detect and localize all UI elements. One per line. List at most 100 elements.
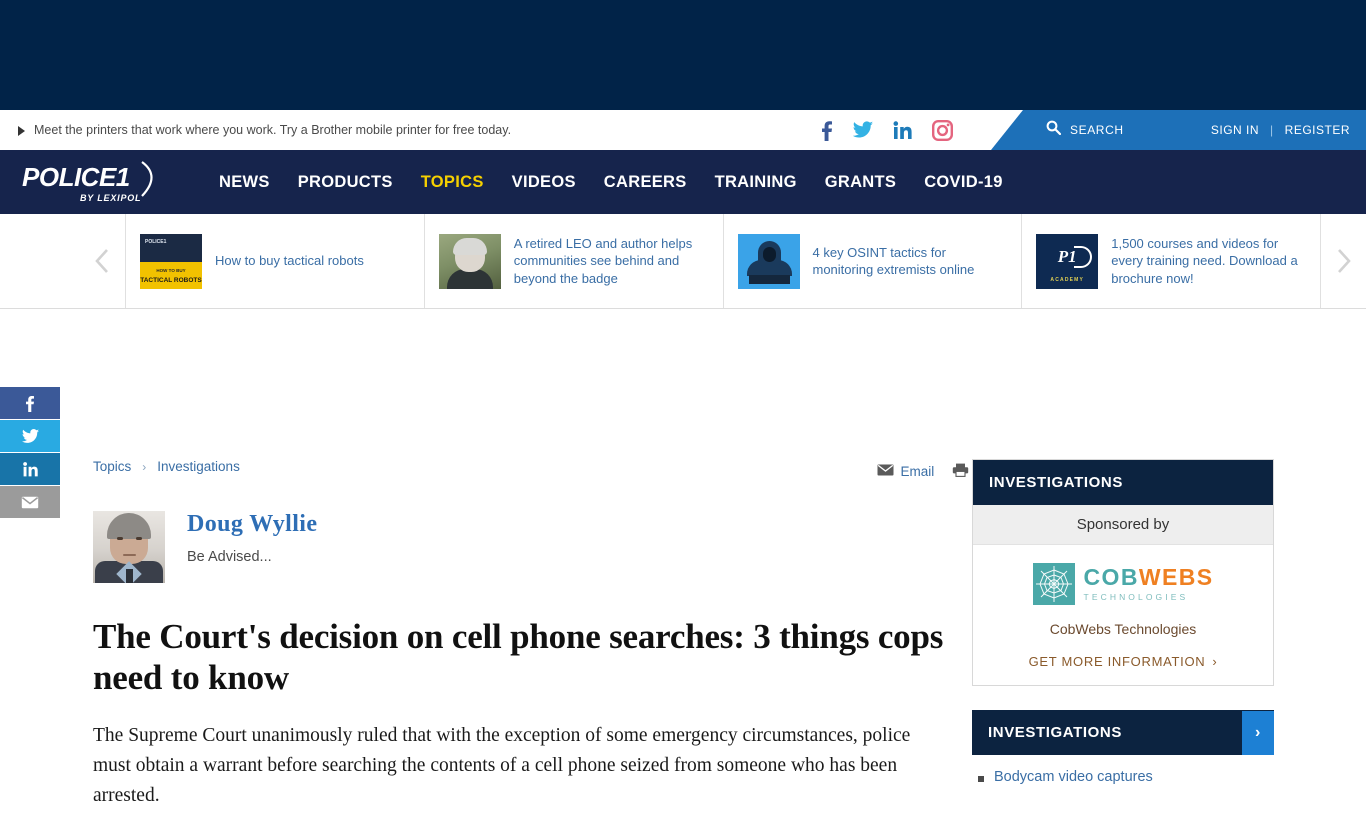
envelope-icon	[877, 464, 894, 479]
sponsored-by-label: Sponsored by	[973, 505, 1273, 545]
email-label: Email	[900, 464, 935, 479]
social-links	[820, 110, 953, 150]
logo-subtitle: TECHNOLOGIES	[1083, 592, 1189, 603]
author-name[interactable]: Doug Wyllie	[187, 511, 317, 538]
article-summary: The Supreme Court unanimously ruled that…	[93, 725, 911, 807]
carousel-item-title: 4 key OSINT tactics for monitoring extre…	[812, 244, 975, 278]
promo-text: Meet the printers that work where you wo…	[34, 123, 512, 137]
carousel-item[interactable]: 4 key OSINT tactics for monitoring extre…	[722, 214, 1022, 308]
carousel-thumbnail: POLICE1 HOW TO BUY TACTICAL ROBOTS	[140, 233, 202, 289]
carousel-prev-button[interactable]	[80, 214, 125, 308]
sponsor-body: COBWEBS TECHNOLOGIES CobWebs Technologie…	[973, 545, 1273, 685]
play-icon	[18, 125, 25, 136]
nav-item-careers[interactable]: CAREERS	[604, 173, 687, 192]
nav-item-videos[interactable]: VIDEOS	[512, 173, 576, 192]
nav-item-products[interactable]: PRODUCTS	[298, 173, 393, 192]
nav-item-training[interactable]: TRAINING	[715, 173, 797, 192]
thumb-hair-shape	[452, 237, 487, 255]
nav-item-covid19[interactable]: COVID-19	[924, 173, 1003, 192]
svg-text:BY LEXIPOL: BY LEXIPOL	[80, 193, 141, 203]
thumb-laptop-shape	[748, 274, 790, 284]
author-tagline: Be Advised...	[187, 549, 272, 565]
carousel-item[interactable]: A retired LEO and author helps communiti…	[423, 214, 723, 308]
author-info: Doug Wyllie Be Advised...	[187, 511, 317, 565]
site-logo[interactable]: POLICE1 BY LEXIPOL	[20, 156, 170, 208]
nav-item-topics[interactable]: TOPICS	[421, 173, 484, 192]
auth-links: SIGN IN | REGISTER	[1211, 123, 1350, 137]
main-navigation: POLICE1 BY LEXIPOL NEWS PRODUCTS TOPICS …	[0, 150, 1366, 214]
carousel-thumbnail	[737, 233, 800, 289]
cta-label: GET MORE INFORMATION	[1028, 654, 1206, 669]
author-avatar	[93, 511, 165, 583]
thumb-body-shape	[446, 268, 493, 289]
email-article-button[interactable]: Email	[877, 464, 934, 479]
sign-in-link[interactable]: SIGN IN	[1211, 123, 1259, 137]
promo-message[interactable]: Meet the printers that work where you wo…	[18, 123, 511, 137]
sidebar: INVESTIGATIONS Sponsored by COBWEBS TECH…	[972, 459, 1274, 785]
instagram-icon[interactable]	[932, 119, 953, 141]
share-email-button[interactable]	[0, 486, 60, 518]
share-linkedin-button[interactable]	[0, 453, 60, 485]
carousel-item-title: How to buy tactical robots	[215, 253, 364, 269]
carousel-item-title: A retired LEO and author helps communiti…	[513, 235, 693, 286]
logo-part-webs: WEBS	[1138, 564, 1214, 591]
facebook-icon[interactable]	[820, 119, 833, 141]
carousel-thumbnail	[438, 233, 501, 289]
carousel-item-title: 1,500 courses and videos for every train…	[1111, 235, 1298, 286]
breadcrumb: Topics › Investigations	[93, 459, 953, 474]
sponsor-company-name: CobWebs Technologies	[1049, 621, 1197, 637]
topic-link: Bodycam video captures	[994, 769, 1153, 785]
breadcrumb-investigations[interactable]: Investigations	[157, 459, 240, 474]
thumb-face-shape	[762, 246, 776, 262]
topics-widget-header: INVESTIGATIONS ›	[972, 710, 1274, 755]
nav-items: NEWS PRODUCTS TOPICS VIDEOS CAREERS TRAI…	[219, 173, 1003, 192]
search-label: SEARCH	[1070, 123, 1124, 137]
linkedin-icon[interactable]	[893, 120, 912, 140]
thumb-line2: TACTICAL ROBOTS	[140, 276, 202, 284]
carousel-thumbnail: P1 ACADEMY	[1036, 233, 1099, 289]
cobwebs-wordmark: COBWEBS TECHNOLOGIES	[1084, 566, 1214, 602]
printer-icon	[952, 463, 969, 480]
search-bar: SEARCH SIGN IN | REGISTER	[991, 110, 1366, 150]
bullet-icon	[978, 776, 984, 782]
register-link[interactable]: REGISTER	[1285, 123, 1350, 137]
carousel-items: POLICE1 HOW TO BUY TACTICAL ROBOTS How t…	[125, 214, 1321, 308]
thumb-line2: ACADEMY	[1050, 276, 1085, 283]
author-block: Doug Wyllie Be Advised...	[93, 511, 953, 583]
featured-carousel: POLICE1 HOW TO BUY TACTICAL ROBOTS How t…	[0, 214, 1366, 309]
article-main-column: Topics › Investigations Email Print	[93, 459, 1003, 831]
cobwebs-logo[interactable]: COBWEBS TECHNOLOGIES	[983, 563, 1263, 605]
breadcrumb-separator: ›	[142, 459, 147, 474]
thumb-band	[140, 261, 202, 289]
chevron-right-icon: ›	[1212, 654, 1218, 669]
twitter-icon[interactable]	[853, 121, 873, 139]
thumb-line1: P1	[1057, 246, 1077, 266]
topics-widget-next-button[interactable]: ›	[1242, 710, 1274, 755]
thumb-line1: HOW TO BUY	[156, 267, 186, 273]
list-item[interactable]: Bodycam video captures	[978, 769, 1270, 785]
share-facebook-button[interactable]	[0, 387, 60, 419]
topics-list: Bodycam video captures	[972, 755, 1274, 785]
search-button[interactable]: SEARCH	[1046, 120, 1124, 140]
share-rail	[0, 387, 60, 519]
sponsor-widget-header: INVESTIGATIONS	[973, 460, 1273, 505]
logo-part-cob: COB	[1083, 564, 1139, 591]
auth-separator: |	[1270, 123, 1274, 137]
svg-text:POLICE1: POLICE1	[22, 162, 130, 192]
thumb-badge: POLICE1	[145, 238, 167, 245]
nav-item-grants[interactable]: GRANTS	[825, 173, 896, 192]
promo-strip: Meet the printers that work where you wo…	[0, 110, 1366, 150]
get-more-information-link[interactable]: GET MORE INFORMATION ›	[983, 654, 1263, 669]
search-icon	[1046, 120, 1062, 140]
sponsor-widget: INVESTIGATIONS Sponsored by COBWEBS TECH…	[972, 459, 1274, 686]
carousel-item[interactable]: POLICE1 HOW TO BUY TACTICAL ROBOTS How t…	[125, 214, 424, 308]
topics-widget-title: INVESTIGATIONS	[988, 724, 1122, 741]
carousel-next-button[interactable]	[1321, 214, 1366, 308]
topics-widget: INVESTIGATIONS › Bodycam video captures	[972, 710, 1274, 785]
share-twitter-button[interactable]	[0, 420, 60, 452]
spiderweb-icon	[1032, 563, 1075, 605]
carousel-item[interactable]: P1 ACADEMY 1,500 courses and videos for …	[1021, 214, 1321, 308]
sponsor-widget-title: INVESTIGATIONS	[989, 474, 1123, 491]
nav-item-news[interactable]: NEWS	[219, 173, 270, 192]
breadcrumb-topics[interactable]: Topics	[93, 459, 131, 474]
